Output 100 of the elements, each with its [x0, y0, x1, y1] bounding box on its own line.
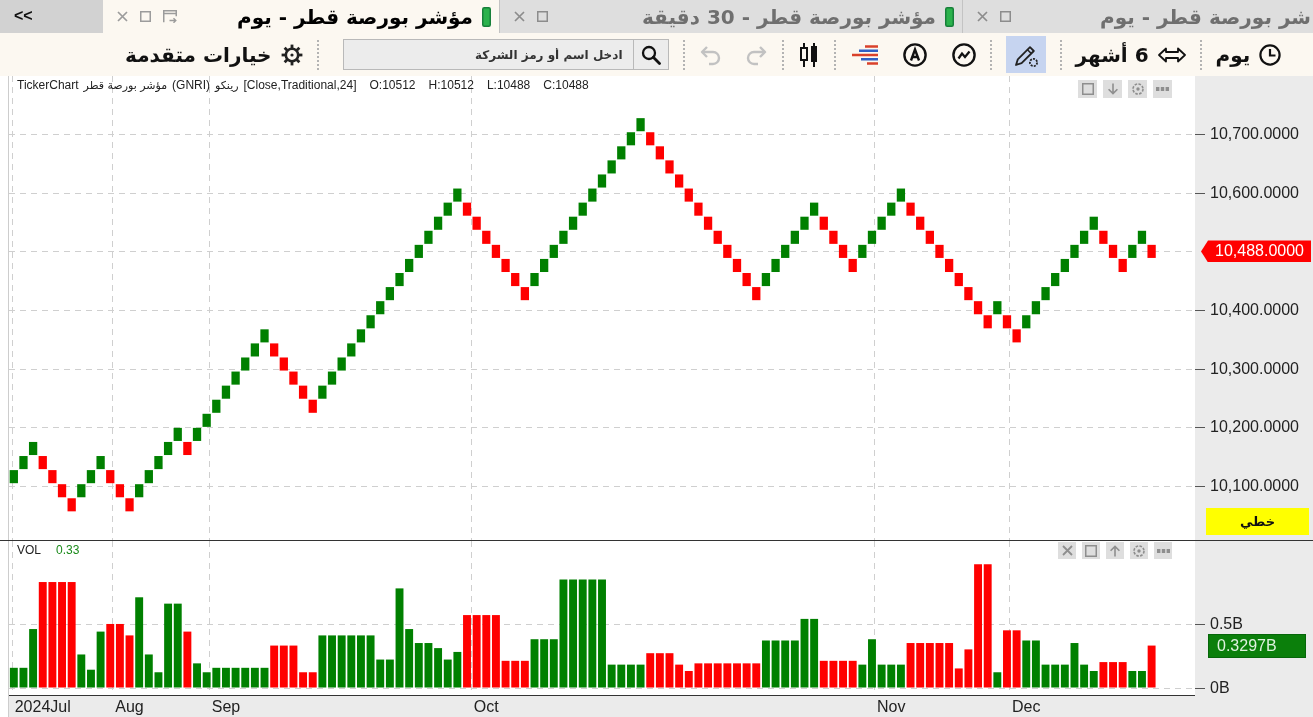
more-button[interactable] [1153, 80, 1172, 98]
point [1108, 244, 1118, 258]
square-icon [1085, 544, 1097, 557]
bar [347, 635, 356, 688]
bar [896, 664, 905, 688]
bar [424, 643, 433, 688]
scale-mode-button[interactable]: خطي [1206, 508, 1309, 535]
bar [58, 582, 66, 688]
bar [733, 663, 741, 688]
bar [1012, 630, 1021, 688]
bar [781, 640, 790, 688]
double-arrow-icon [1157, 46, 1186, 63]
settings-icon [1133, 544, 1145, 557]
bar [260, 667, 269, 688]
bar [106, 623, 115, 688]
maximize-button[interactable] [1082, 542, 1100, 559]
bar [858, 664, 867, 688]
bar [829, 660, 838, 688]
close-icon[interactable] [977, 11, 988, 22]
settings-button[interactable] [1130, 542, 1148, 559]
drawing-tool-button[interactable] [1005, 36, 1046, 73]
circled-zigzag-icon[interactable] [951, 42, 976, 67]
bar [67, 582, 76, 688]
move-up-button[interactable] [1106, 542, 1124, 559]
settings-button[interactable] [1128, 80, 1147, 98]
bar [742, 663, 751, 688]
square-icon[interactable] [140, 11, 151, 22]
bar [241, 667, 250, 688]
axis-label: 10,600.0000 [1210, 183, 1299, 202]
tab[interactable]: شر بورصة قطر - يوم [963, 0, 1313, 33]
bar [173, 603, 182, 688]
price-value: C:10488 [543, 77, 589, 94]
bar [954, 668, 963, 688]
more-button[interactable] [1154, 542, 1172, 559]
bar [655, 653, 664, 688]
arrow-down-icon [1106, 83, 1119, 95]
bar [1080, 664, 1089, 688]
overflow-button[interactable]: << [0, 0, 103, 33]
maximize-button[interactable] [1078, 80, 1097, 98]
bar [549, 639, 558, 688]
bar [318, 635, 327, 688]
bar [848, 660, 857, 688]
bar [270, 645, 279, 688]
axis-label: 0B [1210, 679, 1230, 696]
axis-label: 0.5B [1210, 615, 1243, 633]
point [703, 216, 713, 230]
bar [964, 649, 973, 688]
axis-label: Sep [211, 697, 241, 716]
bar [839, 660, 848, 688]
bar [356, 635, 365, 688]
axis-label: 2024Jul [14, 697, 71, 716]
bar [337, 635, 346, 688]
bar [559, 579, 568, 688]
bar [713, 663, 722, 688]
bar [916, 643, 925, 688]
bar [810, 618, 819, 688]
bar [530, 639, 539, 688]
bar [868, 639, 876, 688]
bar [135, 597, 144, 688]
close-button[interactable] [1058, 542, 1076, 559]
point [838, 244, 848, 258]
bar [626, 664, 635, 688]
point [491, 244, 501, 258]
axis-label: Nov [877, 697, 906, 716]
last-value-tag: 0.3297B [1208, 633, 1306, 658]
bar [675, 664, 684, 688]
bar [588, 579, 597, 688]
bar [366, 635, 375, 688]
interval-button[interactable]: يوم [1215, 37, 1282, 72]
horizontal-lines-icon[interactable] [849, 44, 878, 65]
bar [96, 631, 105, 688]
bar [520, 660, 529, 688]
collapse-button[interactable] [1103, 80, 1122, 98]
bar [1051, 664, 1060, 688]
search-button[interactable] [632, 39, 669, 70]
window-icon[interactable] [163, 10, 177, 23]
bar [819, 660, 828, 688]
bar [1003, 630, 1011, 688]
bar [617, 664, 626, 688]
bar [1022, 640, 1031, 688]
square-icon[interactable] [1000, 11, 1011, 22]
bar [250, 667, 259, 688]
candlestick-icon[interactable] [797, 41, 820, 68]
circled-letter-icon[interactable] [902, 42, 927, 67]
close-icon [1061, 545, 1073, 556]
close-icon[interactable] [117, 11, 128, 22]
bar [993, 672, 1002, 688]
bar [491, 615, 500, 688]
range-button[interactable]: 6 أشهر [1075, 37, 1186, 72]
indicator-value: 0.33 [56, 542, 80, 559]
bar [752, 663, 761, 688]
more-icon [1156, 87, 1169, 91]
bar [29, 629, 38, 688]
bar [771, 640, 780, 688]
bar [202, 672, 211, 688]
bar [144, 654, 153, 688]
bar [299, 672, 308, 688]
price-value: H:10512 [428, 77, 474, 94]
point [520, 287, 530, 301]
bar [328, 635, 336, 688]
